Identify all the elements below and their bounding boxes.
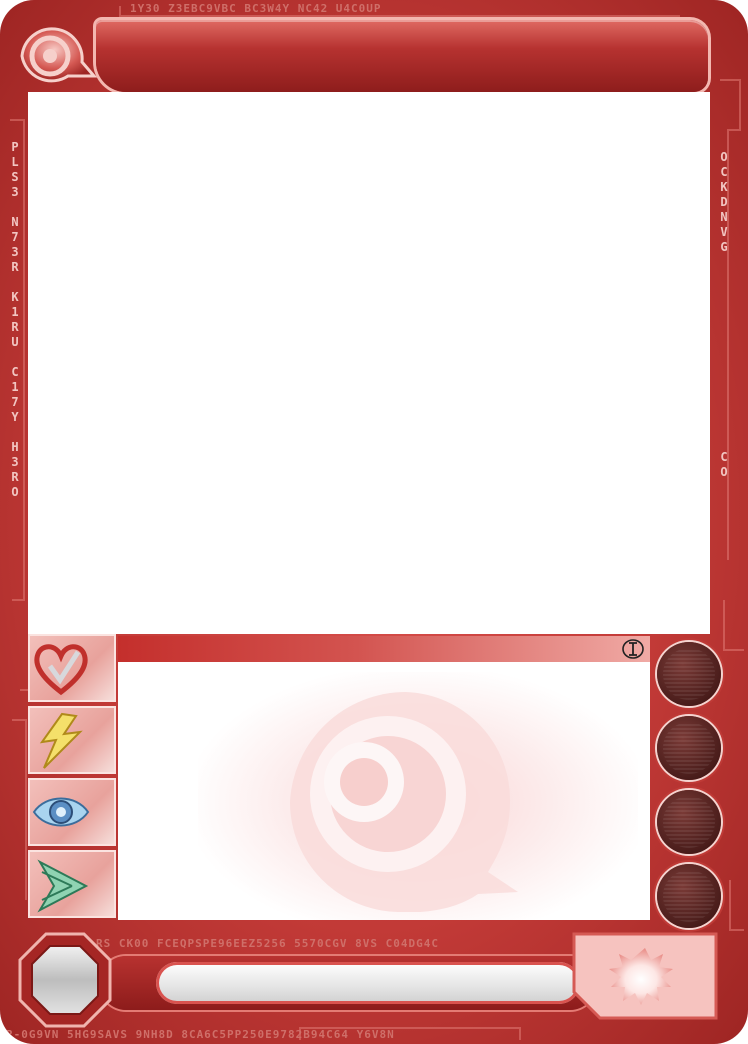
speed-arrow-icon (37, 859, 89, 913)
border-code-left: PLS3 N73R K1RU C17Y H3RO (11, 140, 19, 499)
eye-swirl-watermark-icon (290, 691, 518, 912)
stat-tile-heart (28, 634, 116, 702)
stat-tile-speed (28, 850, 116, 918)
stat-tile-eye (28, 778, 116, 846)
type-line-bar (118, 636, 650, 662)
stat-tile-lightning (28, 706, 116, 774)
rules-text-box (118, 662, 650, 920)
resource-orb-4 (657, 864, 721, 928)
eye-swirl-emblem-icon (20, 27, 98, 83)
resource-orb-1 (657, 642, 721, 706)
border-code-bottom-upper: RS CK00 FCEQPSPE96EEZ5256 5570CGV 8VS C0… (96, 937, 440, 950)
lightning-icon (39, 712, 83, 769)
starburst-icon (572, 932, 718, 1020)
resource-orb-3 (657, 790, 721, 854)
level-starburst (570, 930, 720, 1022)
card-name-field (156, 962, 580, 1004)
heart-icon (34, 644, 88, 696)
border-code-top: 1Y30 Z3EBC9VBC BC3W4Y NC42 U4C0UP (130, 2, 382, 15)
resource-orb-2 (657, 716, 721, 780)
card-artwork-area (28, 92, 710, 634)
type-symbol-icon (622, 639, 644, 659)
title-bar (96, 20, 708, 92)
card-frame: 1Y30 Z3EBC9VBC BC3W4Y NC42 U4C0UP RS CK0… (0, 0, 748, 1044)
border-code-right: OCKDNVG CO (720, 150, 728, 479)
octagon-cost-icon (18, 932, 112, 1028)
eye-icon (32, 797, 90, 827)
